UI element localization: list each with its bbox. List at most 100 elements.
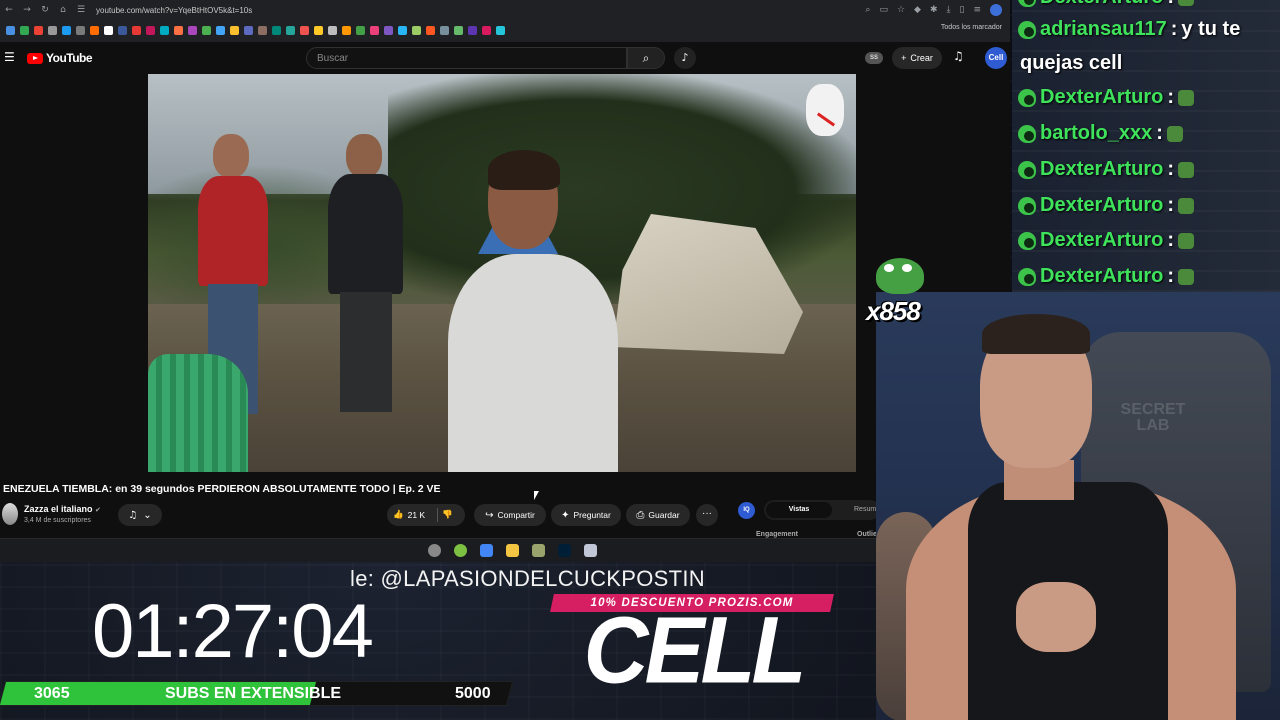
bookmark-favicon-icon[interactable] [20, 25, 29, 35]
bookmark-favicon-icon[interactable] [216, 25, 225, 35]
site-info-icon[interactable]: ☰ [72, 5, 90, 15]
bookmark-favicon-icon[interactable] [300, 25, 309, 35]
taskbar-app-icon[interactable] [558, 544, 571, 557]
hamburger-menu-icon[interactable]: ☰ [4, 50, 15, 64]
menu-icon[interactable]: ≡ [973, 5, 981, 15]
bookmark-favicon-icon[interactable] [104, 25, 113, 35]
account-avatar[interactable]: Cell [985, 47, 1007, 69]
search-icon[interactable]: ⌕ [627, 47, 665, 69]
channel-name-text[interactable]: Zazza el italiano [24, 504, 93, 514]
cast-icon[interactable]: ▭ [879, 5, 888, 15]
bookmark-favicon-icon[interactable] [146, 25, 155, 35]
chat-username[interactable]: DexterArturo [1040, 0, 1163, 9]
taskbar-app-icon[interactable] [506, 544, 519, 557]
forward-arrow-icon[interactable]: → [18, 5, 36, 15]
microphone-icon[interactable]: ♪ [674, 47, 696, 69]
bookmark-favicon-icon[interactable] [328, 25, 337, 35]
bookmark-favicon-icon[interactable] [258, 25, 267, 35]
create-button[interactable]: + Crear [892, 47, 942, 69]
bookmark-favicon-icon[interactable] [90, 25, 99, 35]
bookmark-favicon-icon[interactable] [440, 25, 449, 35]
save-button[interactable]: ⎙ Guardar [626, 504, 690, 526]
taskbar-app-icon[interactable] [428, 544, 441, 557]
youtube-logo[interactable]: YouTube [27, 51, 93, 65]
bookmark-favicon-icon[interactable] [314, 25, 323, 35]
bookmark-favicon-icon[interactable] [118, 25, 127, 35]
extension-badge[interactable]: SS [865, 52, 883, 64]
bookmark-favicon-icon[interactable] [426, 25, 435, 35]
channel-name[interactable]: Zazza el italiano ✔ [24, 504, 101, 514]
like-button[interactable]: 👍 21 K 👎 [387, 504, 465, 526]
chat-separator: : [1167, 0, 1174, 9]
bookmark-favicon-icon[interactable] [496, 25, 505, 35]
bookmark-favicon-icon[interactable] [356, 25, 365, 35]
taskbar-app-icon[interactable] [480, 544, 493, 557]
bookmark-favicon-icon[interactable] [482, 25, 491, 35]
subs-current-count: 3065 [34, 685, 70, 702]
bookmark-favicon-icon[interactable] [62, 25, 71, 35]
bookmark-favicon-icon[interactable] [286, 25, 295, 35]
zoom-icon[interactable]: ⌕ [865, 5, 870, 15]
all-bookmarks-folder[interactable]: Todos los marcador [941, 24, 1002, 31]
reload-icon[interactable]: ↻ [36, 5, 54, 15]
download-icon[interactable]: ⤓ [947, 5, 951, 15]
stream-chat: DexterArturo:adriansau117:y tu teDexterA… [1012, 0, 1280, 292]
bookmark-favicon-icon[interactable] [244, 25, 253, 35]
bookmark-favicon-icon[interactable] [370, 25, 379, 35]
bookmark-favicon-icon[interactable] [34, 25, 43, 35]
bookmark-favicon-icon[interactable] [230, 25, 239, 35]
bookmark-favicon-icon[interactable] [188, 25, 197, 35]
chat-emote-icon [1166, 125, 1183, 142]
chat-badge-icon [1018, 160, 1036, 179]
chat-username[interactable]: DexterArturo [1040, 265, 1163, 288]
bookmark-favicon-icon[interactable] [132, 25, 141, 35]
bookmark-favicon-icon[interactable] [48, 25, 57, 35]
extensions-icon[interactable]: ◆ [914, 5, 921, 15]
tab-resumen[interactable]: Resum [854, 502, 876, 518]
taskbar-app-icon[interactable] [454, 544, 467, 557]
bookmark-favicon-icon[interactable] [384, 25, 393, 35]
home-icon[interactable]: ⌂ [54, 5, 72, 15]
chat-username[interactable]: DexterArturo [1040, 229, 1163, 252]
back-arrow-icon[interactable]: ← [0, 5, 18, 15]
ask-button[interactable]: ✦ Preguntar [551, 504, 621, 526]
tab-vistas[interactable]: Vistas [766, 502, 832, 518]
more-actions-button[interactable]: ··· [696, 504, 718, 526]
bookmark-favicon-icon[interactable] [468, 25, 477, 35]
browser-window: ← → ↻ ⌂ ☰ youtube.com/watch?v=YqeBtHtOV5… [0, 0, 1010, 560]
chat-badge-icon [1018, 20, 1036, 39]
bookmark-favicon-icon[interactable] [160, 25, 169, 35]
channel-watermark-icon[interactable] [806, 84, 844, 136]
bookmark-favicon-icon[interactable] [398, 25, 407, 35]
chat-username[interactable]: bartolo_xxx [1040, 122, 1152, 145]
engagement-label: Engagement [756, 531, 799, 538]
bookmark-favicon-icon[interactable] [202, 25, 211, 35]
thumbs-down-icon[interactable]: 👎 [442, 510, 453, 520]
subscription-bell-button[interactable]: ♫ ⌄ [118, 504, 162, 526]
chair-brand-logo: SECRET LAB [1120, 401, 1186, 434]
taskbar-app-icon[interactable] [584, 544, 597, 557]
bookmark-favicon-icon[interactable] [174, 25, 183, 35]
chat-username[interactable]: DexterArturo [1040, 194, 1163, 217]
bookmark-favicon-icon[interactable] [76, 25, 85, 35]
chat-username[interactable]: DexterArturo [1040, 158, 1163, 181]
notifications-bell-icon[interactable]: ♫ [953, 49, 964, 63]
search-input[interactable]: Buscar [306, 47, 627, 69]
star-icon[interactable]: ☆ [897, 5, 905, 15]
chat-username[interactable]: DexterArturo [1040, 86, 1163, 109]
channel-avatar[interactable] [2, 503, 18, 525]
bookmark-favicon-icon[interactable] [342, 25, 351, 35]
browser-profile-avatar[interactable] [990, 4, 1002, 16]
taskbar-app-icon[interactable] [532, 544, 545, 557]
bookmark-favicon-icon[interactable] [6, 25, 15, 35]
address-bar-url[interactable]: youtube.com/watch?v=YqeBtHtOV5k&t=10s [96, 6, 252, 15]
sparkle-icon: ✦ [561, 509, 570, 521]
bookmark-favicon-icon[interactable] [272, 25, 281, 35]
puzzle-icon[interactable]: ✱ [930, 5, 938, 15]
bookmark-favicon-icon[interactable] [454, 25, 463, 35]
bookmark-favicon-icon[interactable] [412, 25, 421, 35]
sidebar-icon[interactable]: ▯ [960, 5, 965, 15]
share-button[interactable]: ↪ Compartir [474, 504, 546, 526]
chat-username[interactable]: adriansau117 [1040, 18, 1167, 41]
video-player[interactable] [148, 74, 856, 472]
